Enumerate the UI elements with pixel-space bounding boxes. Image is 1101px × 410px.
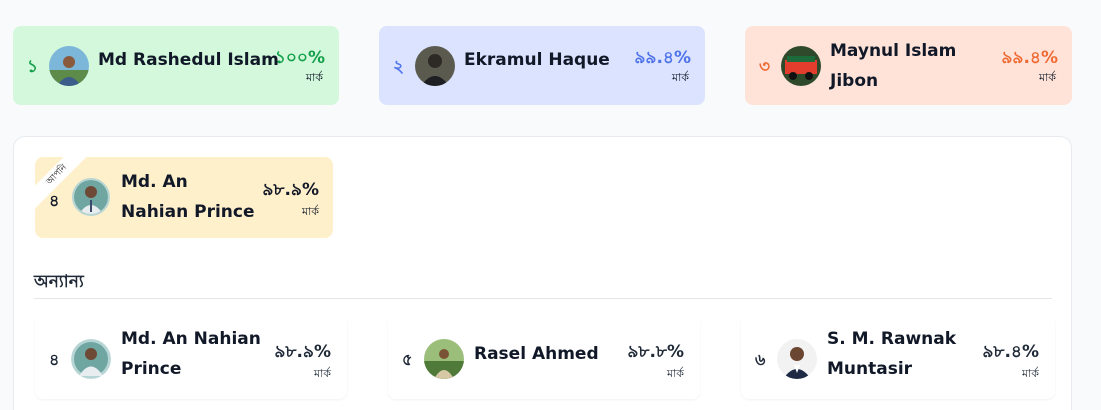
rank-number: ২	[393, 57, 405, 77]
student-name: Maynul Islam	[830, 41, 957, 61]
student-name: Ekramul Haque	[464, 50, 610, 70]
your-rank-card[interactable]: আপনি ৪ Md. An Nahian Prince ৯৮.৯% মার্ক	[35, 157, 333, 238]
leaderboard-card-2[interactable]: ২ Ekramul Haque ৯৯.৪% মার্ক	[379, 26, 705, 105]
rank-number: ৬	[755, 350, 766, 369]
avatar	[49, 46, 89, 86]
student-name-line2: Jibon	[830, 71, 879, 91]
leaderboard-panel: আপনি ৪ Md. An Nahian Prince ৯৮.৯% মার্ক অ…	[13, 136, 1072, 410]
divider	[34, 298, 1052, 299]
student-name: Md. An Nahian Prince	[121, 329, 261, 379]
score-percent: ৯৮.৮%	[627, 342, 684, 362]
student-name: Rasel Ahmed	[474, 344, 599, 364]
leaderboard-card-1[interactable]: ১ Md Rashedul Islam ১০০% মার্ক	[13, 26, 339, 105]
mark-label: মার্ক	[314, 367, 331, 380]
student-name: Md Rashedul Islam	[98, 50, 279, 70]
avatar	[415, 46, 455, 86]
list-item[interactable]: ৫ Rasel Ahmed ৯৮.৮% মার্ক	[388, 315, 700, 399]
avatar	[781, 46, 821, 86]
rank-number: ৪	[49, 350, 60, 369]
score-percent: ৯৮.৯%	[262, 180, 319, 200]
leaderboard-card-3[interactable]: ৩ Maynul Islam Jibon ৯৯.৪% মার্ক	[745, 26, 1072, 105]
rank-number: ১	[27, 57, 39, 77]
avatar	[72, 178, 110, 216]
avatar	[777, 339, 817, 379]
rank-number: ৩	[759, 57, 771, 77]
avatar	[71, 339, 111, 379]
mark-label: মার্ক	[302, 205, 319, 218]
score-percent: ৯৮.৪%	[982, 342, 1039, 362]
rank-number: ৫	[402, 350, 413, 369]
mark-label: মার্ক	[672, 71, 689, 84]
score-percent: ৯৮.৯%	[274, 342, 331, 362]
student-name: S. M. Rawnak Muntasir	[827, 329, 957, 379]
mark-label: মার্ক	[1039, 71, 1056, 84]
avatar	[424, 339, 464, 379]
mark-label: মার্ক	[306, 71, 323, 84]
others-section-title: অন্যান্য	[34, 272, 84, 292]
rank-number: ৪	[49, 191, 60, 210]
student-name: Md. An Nahian Prince	[121, 172, 255, 222]
list-item[interactable]: ৬ S. M. Rawnak Muntasir ৯৮.৪% মার্ক	[741, 315, 1055, 399]
mark-label: মার্ক	[667, 367, 684, 380]
list-item[interactable]: ৪ Md. An Nahian Prince ৯৮.৯% মার্ক	[35, 315, 347, 399]
mark-label: মার্ক	[1022, 367, 1039, 380]
